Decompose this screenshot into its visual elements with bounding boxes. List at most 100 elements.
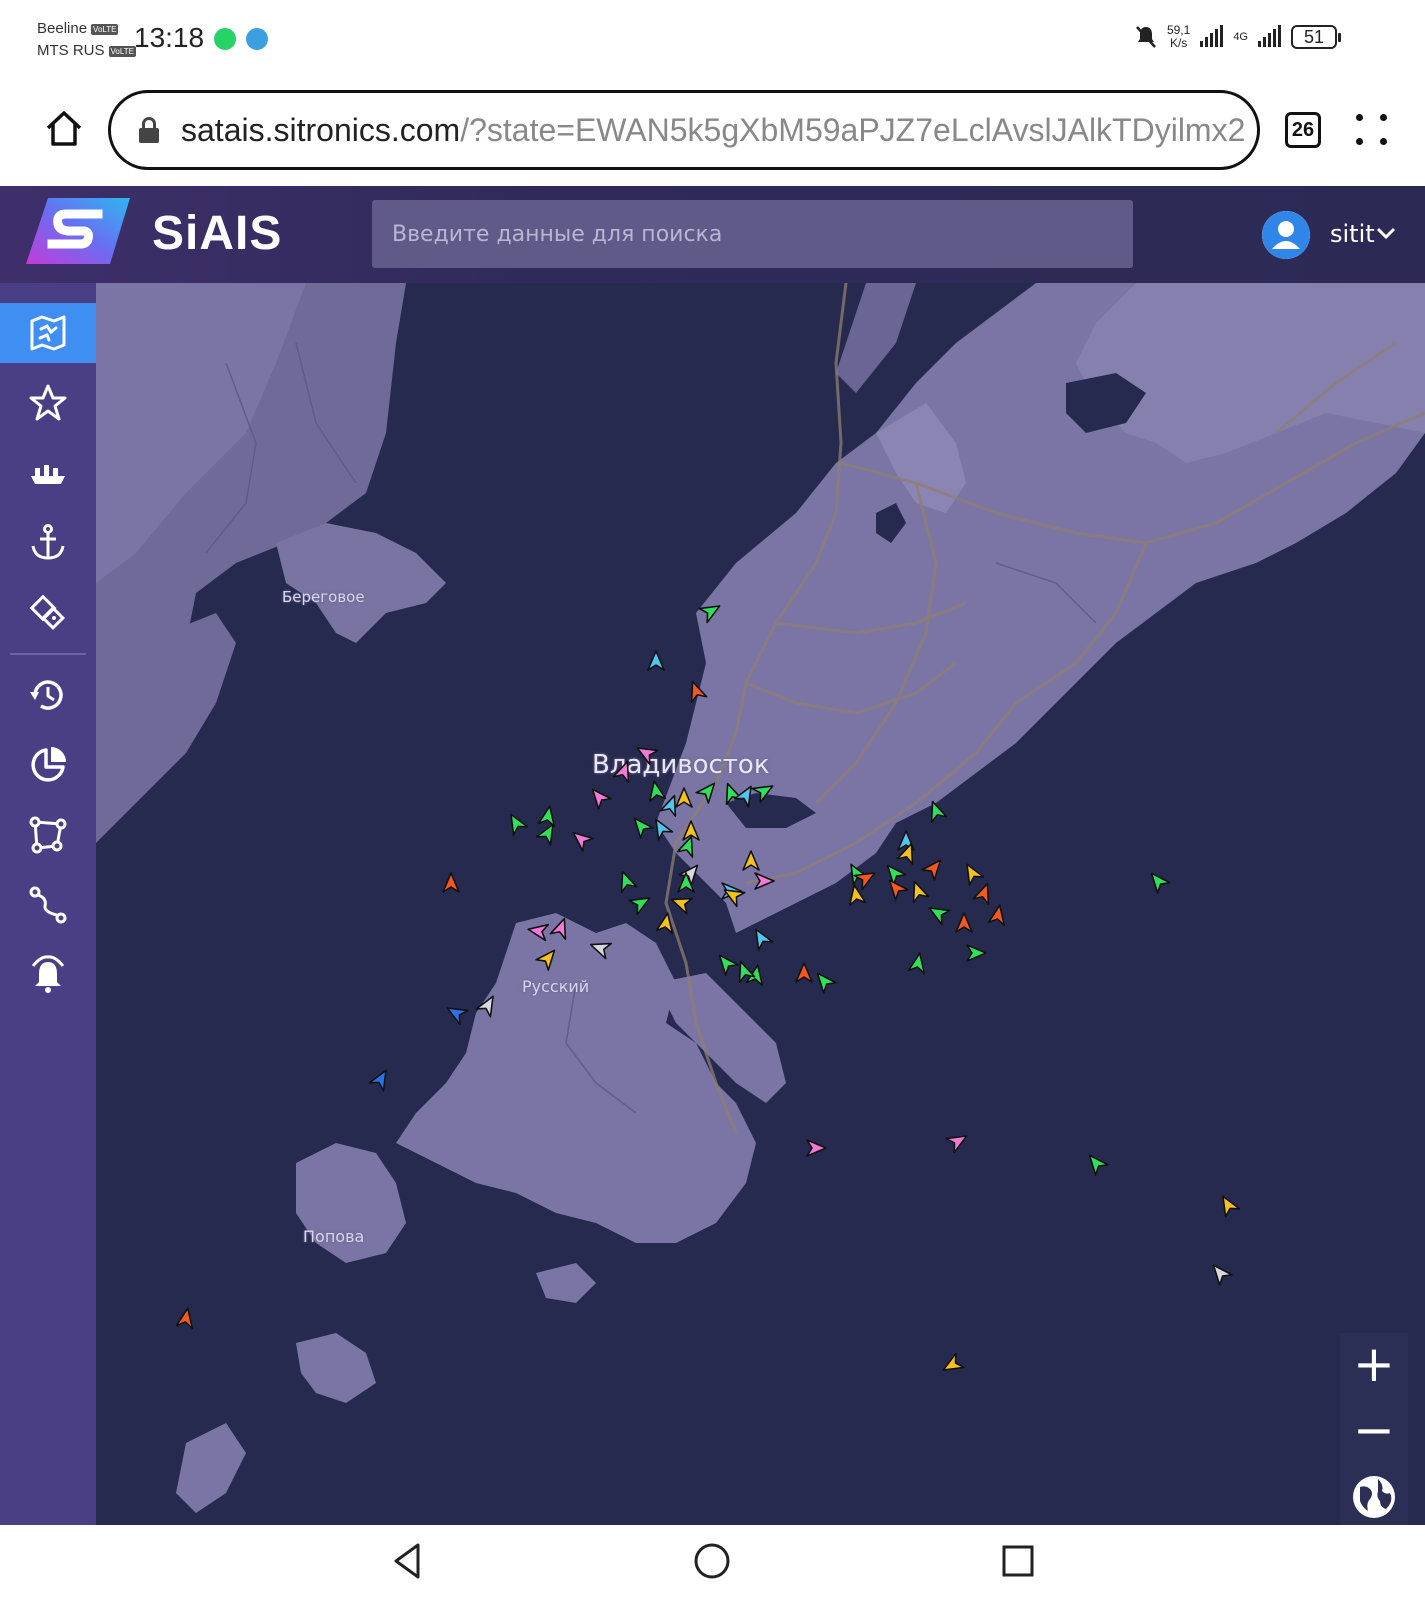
vessel-marker[interactable] [440, 872, 462, 894]
history-icon [30, 680, 63, 710]
vessel-marker[interactable] [896, 842, 919, 865]
net-speed: 59,1 K/s [1166, 23, 1191, 50]
vessel-marker[interactable] [535, 947, 559, 971]
vessel-marker[interactable] [588, 786, 612, 810]
vessel-marker[interactable] [612, 760, 635, 783]
star-icon [29, 384, 67, 421]
signal-icon-2 [1258, 25, 1281, 47]
vessel-marker[interactable] [175, 1307, 197, 1330]
recent-apps-icon[interactable] [998, 1541, 1038, 1581]
vessel-marker[interactable] [675, 872, 697, 894]
vessel-marker[interactable] [753, 870, 775, 892]
vessel-marker[interactable] [1217, 1194, 1241, 1218]
vessel-marker[interactable] [961, 862, 985, 886]
sidebar-item-history[interactable] [0, 665, 96, 725]
user-avatar[interactable] [1262, 211, 1310, 259]
vessel-marker[interactable] [368, 1068, 392, 1092]
vessel-marker[interactable] [987, 904, 1009, 927]
vessel-marker[interactable] [907, 952, 929, 975]
status-indicators: 59,1 K/s 4G 51 [1135, 23, 1341, 50]
vessel-marker[interactable] [695, 780, 719, 804]
sidebar-item-alerts[interactable] [0, 945, 96, 1005]
vessel-marker[interactable] [630, 815, 654, 839]
vessel-marker[interactable] [549, 917, 572, 940]
vessel-marker[interactable] [570, 828, 594, 852]
sidebar [0, 283, 96, 1525]
home-circle-icon[interactable] [692, 1541, 732, 1581]
vessel-marker[interactable] [589, 937, 612, 960]
zoom-out-button[interactable]: − [1340, 1399, 1408, 1465]
vessel-marker[interactable] [972, 882, 995, 905]
url-text[interactable]: satais.sitronics.com/?state=EWAN5k5gXbM5… [181, 112, 1245, 149]
zoom-in-button[interactable]: + [1340, 1333, 1408, 1399]
back-icon[interactable] [388, 1541, 428, 1581]
tab-switcher-button[interactable]: 26 [1285, 112, 1321, 148]
vessel-marker[interactable] [793, 962, 815, 984]
vessel-marker[interactable] [945, 1130, 969, 1154]
globe-icon[interactable] [1350, 1473, 1398, 1521]
sidebar-item-ports[interactable] [0, 513, 96, 573]
vessel-marker[interactable] [628, 892, 652, 916]
vessel-marker[interactable] [941, 1352, 965, 1376]
vessel-marker[interactable] [655, 912, 677, 935]
chevron-down-icon[interactable] [1376, 226, 1396, 240]
home-icon[interactable] [44, 108, 84, 148]
siais-logo[interactable] [26, 198, 130, 264]
more-menu-icon[interactable] [1356, 112, 1388, 148]
vessel-marker[interactable] [685, 680, 708, 703]
vessel-marker[interactable] [475, 994, 499, 1018]
vessel-marker[interactable] [673, 787, 695, 809]
vessel-marker[interactable] [965, 942, 987, 964]
vessel-marker[interactable] [751, 780, 775, 804]
vessel-marker[interactable] [650, 817, 674, 841]
vessel-marker[interactable] [505, 812, 529, 836]
sidebar-item-navigation[interactable] [0, 583, 96, 643]
vessel-marker[interactable] [925, 800, 948, 823]
vessel-marker[interactable] [953, 912, 975, 934]
status-time: 13:18 [134, 22, 205, 53]
vessel-marker[interactable] [670, 892, 693, 915]
vessel-marker[interactable] [645, 650, 667, 672]
browser-toolbar: satais.sitronics.com/?state=EWAN5k5gXbM5… [0, 80, 1425, 186]
sidebar-item-map[interactable] [0, 303, 96, 363]
carrier-2: MTS RUS VoLTE [37, 42, 136, 59]
vessel-marker[interactable] [740, 850, 762, 872]
route-icon [29, 886, 67, 924]
address-bar[interactable]: satais.sitronics.com/?state=EWAN5k5gXbM5… [108, 90, 1260, 170]
sidebar-item-statistics[interactable] [0, 735, 96, 795]
sidebar-divider [10, 653, 86, 655]
status-bar: Beeline VoLTE MTS RUS VoLTE 13:18 59,1 K/s … [0, 0, 1425, 80]
vessel-marker[interactable] [676, 835, 699, 858]
vessel-marker[interactable] [535, 822, 559, 846]
map-view[interactable]: Береговое Владивосток Русский Попова + − [96, 283, 1425, 1525]
battery-icon: 51 [1291, 25, 1341, 49]
sidebar-item-favorites[interactable] [0, 373, 96, 433]
search-input[interactable] [372, 200, 1133, 268]
vessel-marker[interactable] [733, 960, 756, 983]
vessel-marker[interactable] [907, 880, 930, 903]
polygon-icon [29, 816, 67, 854]
vessel-marker[interactable] [1209, 1262, 1233, 1286]
vessel-marker[interactable] [885, 877, 909, 901]
vessel-marker[interactable] [615, 870, 638, 893]
vessel-marker[interactable] [698, 600, 722, 624]
vessel-marker[interactable] [1147, 870, 1171, 894]
vessel-marker[interactable] [921, 857, 945, 881]
sidebar-item-routes[interactable] [0, 875, 96, 935]
vessel-marker[interactable] [1085, 1152, 1109, 1176]
sidebar-item-vessels[interactable] [0, 443, 96, 503]
vessel-marker[interactable] [927, 902, 951, 926]
user-name[interactable]: sitit [1330, 220, 1375, 248]
android-nav-bar [0, 1525, 1425, 1600]
vessel-marker[interactable] [635, 742, 659, 766]
vessel-marker[interactable] [813, 970, 837, 994]
sidebar-item-zones[interactable] [0, 805, 96, 865]
telegram-icon [246, 28, 268, 50]
vessel-marker[interactable] [845, 884, 867, 907]
vessel-marker[interactable] [722, 884, 746, 908]
vessel-marker[interactable] [445, 1002, 469, 1026]
vessel-marker[interactable] [527, 920, 550, 942]
vessel-marker[interactable] [805, 1137, 827, 1159]
vessel-marker[interactable] [750, 927, 774, 951]
pie-chart-icon [31, 747, 66, 782]
